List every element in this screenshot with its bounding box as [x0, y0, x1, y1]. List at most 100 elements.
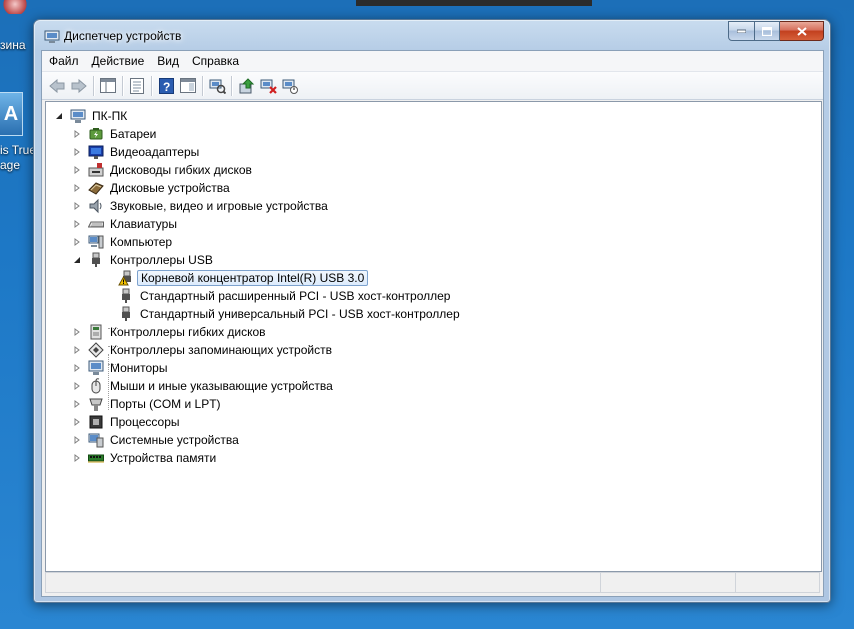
collapse-arrow-icon[interactable] — [54, 111, 64, 121]
enable-device-icon — [282, 79, 298, 94]
status-bar — [45, 572, 820, 593]
tree-item-processors[interactable]: Процессоры — [72, 413, 183, 431]
maximize-button[interactable] — [755, 21, 780, 41]
help-button[interactable]: ? — [155, 75, 177, 97]
enable-device-button[interactable] — [279, 75, 301, 97]
monitor-icon — [88, 360, 104, 376]
uninstall-icon — [260, 79, 277, 94]
tree-item-label: Компьютер — [110, 235, 173, 249]
tree-item-label: Звуковые, видео и игровые устройства — [110, 199, 328, 213]
expand-arrow-icon[interactable] — [72, 399, 82, 409]
menu-bar: Файл Действие Вид Справка — [42, 51, 823, 72]
collapse-arrow-icon[interactable] — [72, 255, 82, 265]
expand-arrow-icon[interactable] — [72, 165, 82, 175]
expand-arrow-icon[interactable] — [72, 147, 82, 157]
recycle-bin-icon[interactable] — [2, 0, 28, 14]
status-pane-main — [45, 572, 601, 593]
disk-drive-icon — [88, 180, 104, 196]
uninstall-button[interactable] — [257, 75, 279, 97]
tree-item-sound-devices[interactable]: Звуковые, видео и игровые устройства — [72, 197, 331, 215]
expand-arrow-icon[interactable] — [72, 129, 82, 139]
tree-root[interactable]: ПК-ПК — [54, 107, 130, 125]
show-hide-console-tree-icon — [100, 78, 116, 93]
desktop-label-app-2[interactable]: age — [0, 158, 20, 172]
properties-icon — [130, 77, 144, 94]
properties-button[interactable] — [126, 75, 148, 97]
tree-item-system-devices[interactable]: Системные устройства — [72, 431, 242, 449]
floppy-drive-icon — [88, 162, 104, 178]
display-adapter-icon — [88, 144, 104, 160]
desktop-label-app-1[interactable]: is True — [0, 143, 36, 157]
update-driver-button[interactable] — [235, 75, 257, 97]
tree-item-usb-controllers[interactable]: Контроллеры USB — [72, 251, 216, 269]
tree-item-label: Батареи — [110, 127, 157, 141]
title-bar[interactable]: Диспетчер устройств — [34, 20, 830, 48]
memory-icon — [88, 450, 104, 466]
tree-item-storage-controllers[interactable]: Контроллеры запоминающих устройств — [72, 341, 335, 359]
expand-arrow-icon[interactable] — [72, 327, 82, 337]
update-driver-icon — [239, 77, 254, 93]
tree-item-display-adapters[interactable]: Видеоадаптеры — [72, 143, 202, 161]
show-hide-console-tree-button[interactable] — [97, 75, 119, 97]
toolbar-separator — [202, 75, 203, 96]
back-icon — [49, 78, 65, 93]
tree-item-ports[interactable]: Порты (COM и LPT) — [72, 395, 224, 413]
action-pane-icon — [180, 78, 196, 93]
expand-arrow-icon[interactable] — [72, 417, 82, 427]
expand-arrow-icon[interactable] — [72, 201, 82, 211]
menu-file[interactable]: Файл — [42, 54, 85, 68]
tree-item-label: Мониторы — [110, 361, 168, 375]
tree-item-batteries[interactable]: Батареи — [72, 125, 159, 143]
toolbar-separator — [122, 75, 123, 96]
expand-arrow-icon[interactable] — [72, 381, 82, 391]
expand-arrow-icon[interactable] — [72, 345, 82, 355]
tree-item-disk-drives[interactable]: Дисковые устройства — [72, 179, 233, 197]
back-button[interactable] — [46, 75, 68, 97]
minimize-icon — [737, 29, 746, 33]
status-pane-2 — [600, 572, 737, 593]
storage-controller-icon — [88, 342, 104, 358]
tree-item-floppy-drives[interactable]: Дисководы гибких дисков — [72, 161, 255, 179]
device-tree[interactable]: ПК-ПК Батареи Видеоадаптеры Дисководы ги… — [45, 101, 822, 572]
tree-item-memory-devices[interactable]: Устройства памяти — [72, 449, 219, 467]
toolbar-separator — [151, 75, 152, 96]
close-button[interactable] — [780, 21, 824, 41]
expand-arrow-icon[interactable] — [72, 219, 82, 229]
expand-arrow-icon[interactable] — [72, 435, 82, 445]
usb-icon — [118, 288, 134, 304]
maximize-icon — [762, 26, 772, 36]
tree-item-label: Мыши и иные указывающие устройства — [110, 379, 333, 393]
tree-item-keyboards[interactable]: Клавиатуры — [72, 215, 180, 233]
computer-icon — [70, 108, 86, 124]
menu-action[interactable]: Действие — [85, 54, 151, 68]
tree-child-usb-uhci[interactable]: Стандартный универсальный PCI - USB хост… — [118, 305, 463, 323]
close-icon — [796, 26, 807, 36]
toolbar-separator — [231, 75, 232, 96]
tree-item-computer[interactable]: Компьютер — [72, 233, 175, 251]
speaker-icon — [88, 198, 104, 214]
expand-arrow-icon[interactable] — [72, 237, 82, 247]
desktop-app-icon[interactable]: A — [0, 92, 23, 136]
minimize-button[interactable] — [728, 21, 755, 41]
floppy-controller-icon — [88, 324, 104, 340]
tree-item-mice[interactable]: Мыши и иные указывающие устройства — [72, 377, 336, 395]
tree-item-label: Порты (COM и LPT) — [110, 397, 221, 411]
tree-item-label: Устройства памяти — [110, 451, 217, 465]
desktop-label-recycle[interactable]: зина — [0, 38, 26, 52]
tree-item-monitors[interactable]: Мониторы — [72, 359, 170, 377]
expand-arrow-icon[interactable] — [72, 453, 82, 463]
tree-child-usb-root-hub[interactable]: Корневой концентратор Intel(R) USB 3.0 — [118, 269, 369, 287]
tree-child-usb-ehci[interactable]: Стандартный расширенный PCI - USB хост-к… — [118, 287, 453, 305]
usb-icon — [118, 306, 134, 322]
forward-button[interactable] — [68, 75, 90, 97]
tree-item-label: Системные устройства — [110, 433, 239, 447]
menu-help[interactable]: Справка — [185, 54, 245, 68]
menu-view[interactable]: Вид — [150, 54, 185, 68]
expand-arrow-icon[interactable] — [72, 183, 82, 193]
tree-item-label: Процессоры — [110, 415, 180, 429]
expand-arrow-icon[interactable] — [72, 363, 82, 373]
scan-hardware-button[interactable] — [206, 75, 228, 97]
tree-item-floppy-controllers[interactable]: Контроллеры гибких дисков — [72, 323, 269, 341]
toolbar: ? — [42, 72, 823, 100]
action-pane-button[interactable] — [177, 75, 199, 97]
